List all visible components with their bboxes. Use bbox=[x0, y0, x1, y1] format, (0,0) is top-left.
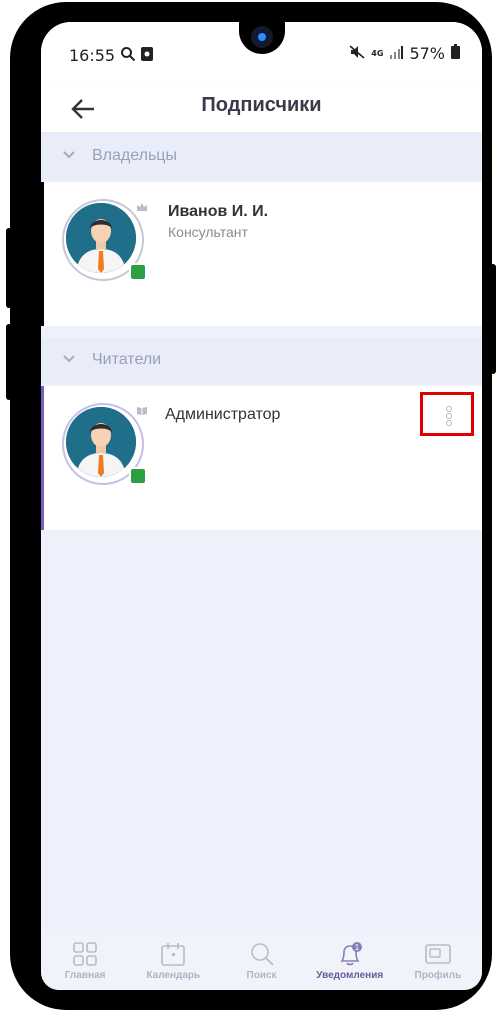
online-status-indicator bbox=[129, 467, 147, 485]
media-status-icon bbox=[140, 46, 154, 67]
section-label: Читатели bbox=[92, 351, 162, 368]
crown-icon bbox=[136, 199, 148, 217]
more-options-button[interactable] bbox=[420, 392, 474, 436]
network-label: 4G bbox=[371, 49, 384, 58]
status-right: 4G 57% bbox=[349, 44, 460, 63]
nav-item-notifications[interactable]: 1 Уведомления bbox=[306, 934, 394, 990]
battery-icon bbox=[451, 44, 460, 63]
list-item-reader[interactable]: Администратор bbox=[41, 386, 482, 530]
chevron-down-icon bbox=[63, 355, 75, 363]
nav-label: Поиск bbox=[246, 970, 277, 981]
mute-icon bbox=[349, 44, 365, 63]
nav-label: Календарь bbox=[146, 970, 201, 981]
kebab-menu-icon bbox=[446, 406, 452, 412]
section-label: Владельцы bbox=[92, 147, 177, 164]
avatar-person-icon bbox=[66, 407, 136, 477]
search-status-icon bbox=[120, 46, 136, 67]
grid-icon bbox=[73, 942, 97, 971]
card-accent bbox=[41, 386, 44, 530]
signal-icon bbox=[389, 44, 404, 63]
bell-icon: 1 bbox=[337, 942, 363, 973]
nav-label: Уведомления bbox=[316, 970, 384, 981]
volume-button bbox=[6, 228, 12, 308]
member-name: Администратор bbox=[165, 406, 281, 423]
member-role: Консультант bbox=[168, 224, 248, 240]
nav-item-calendar[interactable]: Календарь bbox=[129, 934, 217, 990]
search-icon bbox=[250, 942, 274, 971]
screen: 16:55 4G 57% Подписчики Владельцы Иванов… bbox=[41, 22, 482, 990]
nav-label: Профиль bbox=[414, 970, 462, 981]
card-accent bbox=[41, 182, 44, 326]
camera-icon bbox=[253, 28, 271, 46]
avatar bbox=[62, 199, 147, 281]
nav-item-search[interactable]: Поиск bbox=[217, 934, 305, 990]
nav-label: Главная bbox=[64, 970, 106, 981]
app-bar: Подписчики bbox=[41, 86, 482, 132]
nav-item-profile[interactable]: Профиль bbox=[394, 934, 482, 990]
calendar-icon bbox=[161, 942, 186, 971]
page-title: Подписчики bbox=[201, 94, 322, 116]
kebab-dot bbox=[446, 420, 452, 426]
kebab-dot bbox=[446, 413, 452, 419]
section-header-readers[interactable]: Читатели bbox=[41, 338, 482, 384]
battery-percent: 57% bbox=[409, 44, 445, 63]
avatar-person-icon bbox=[66, 203, 136, 273]
nav-item-home[interactable]: Главная bbox=[41, 934, 129, 990]
profile-card-icon bbox=[425, 942, 451, 971]
power-button bbox=[490, 264, 496, 374]
status-time: 16:55 bbox=[69, 46, 116, 65]
chevron-down-icon bbox=[63, 151, 75, 159]
avatar bbox=[62, 403, 147, 485]
phone-frame: 16:55 4G 57% Подписчики Владельцы Иванов… bbox=[6, 2, 496, 1010]
bottom-nav: Главная Календарь Поиск 1 Уведомления Пр… bbox=[41, 934, 482, 990]
online-status-indicator bbox=[129, 263, 147, 281]
book-icon bbox=[136, 403, 148, 421]
list-item-owner[interactable]: Иванов И. И. Консультант bbox=[41, 182, 482, 326]
side-button bbox=[6, 324, 12, 400]
notification-badge: 1 bbox=[354, 943, 359, 952]
section-header-owners[interactable]: Владельцы bbox=[41, 134, 482, 180]
member-name: Иванов И. И. bbox=[168, 203, 269, 220]
